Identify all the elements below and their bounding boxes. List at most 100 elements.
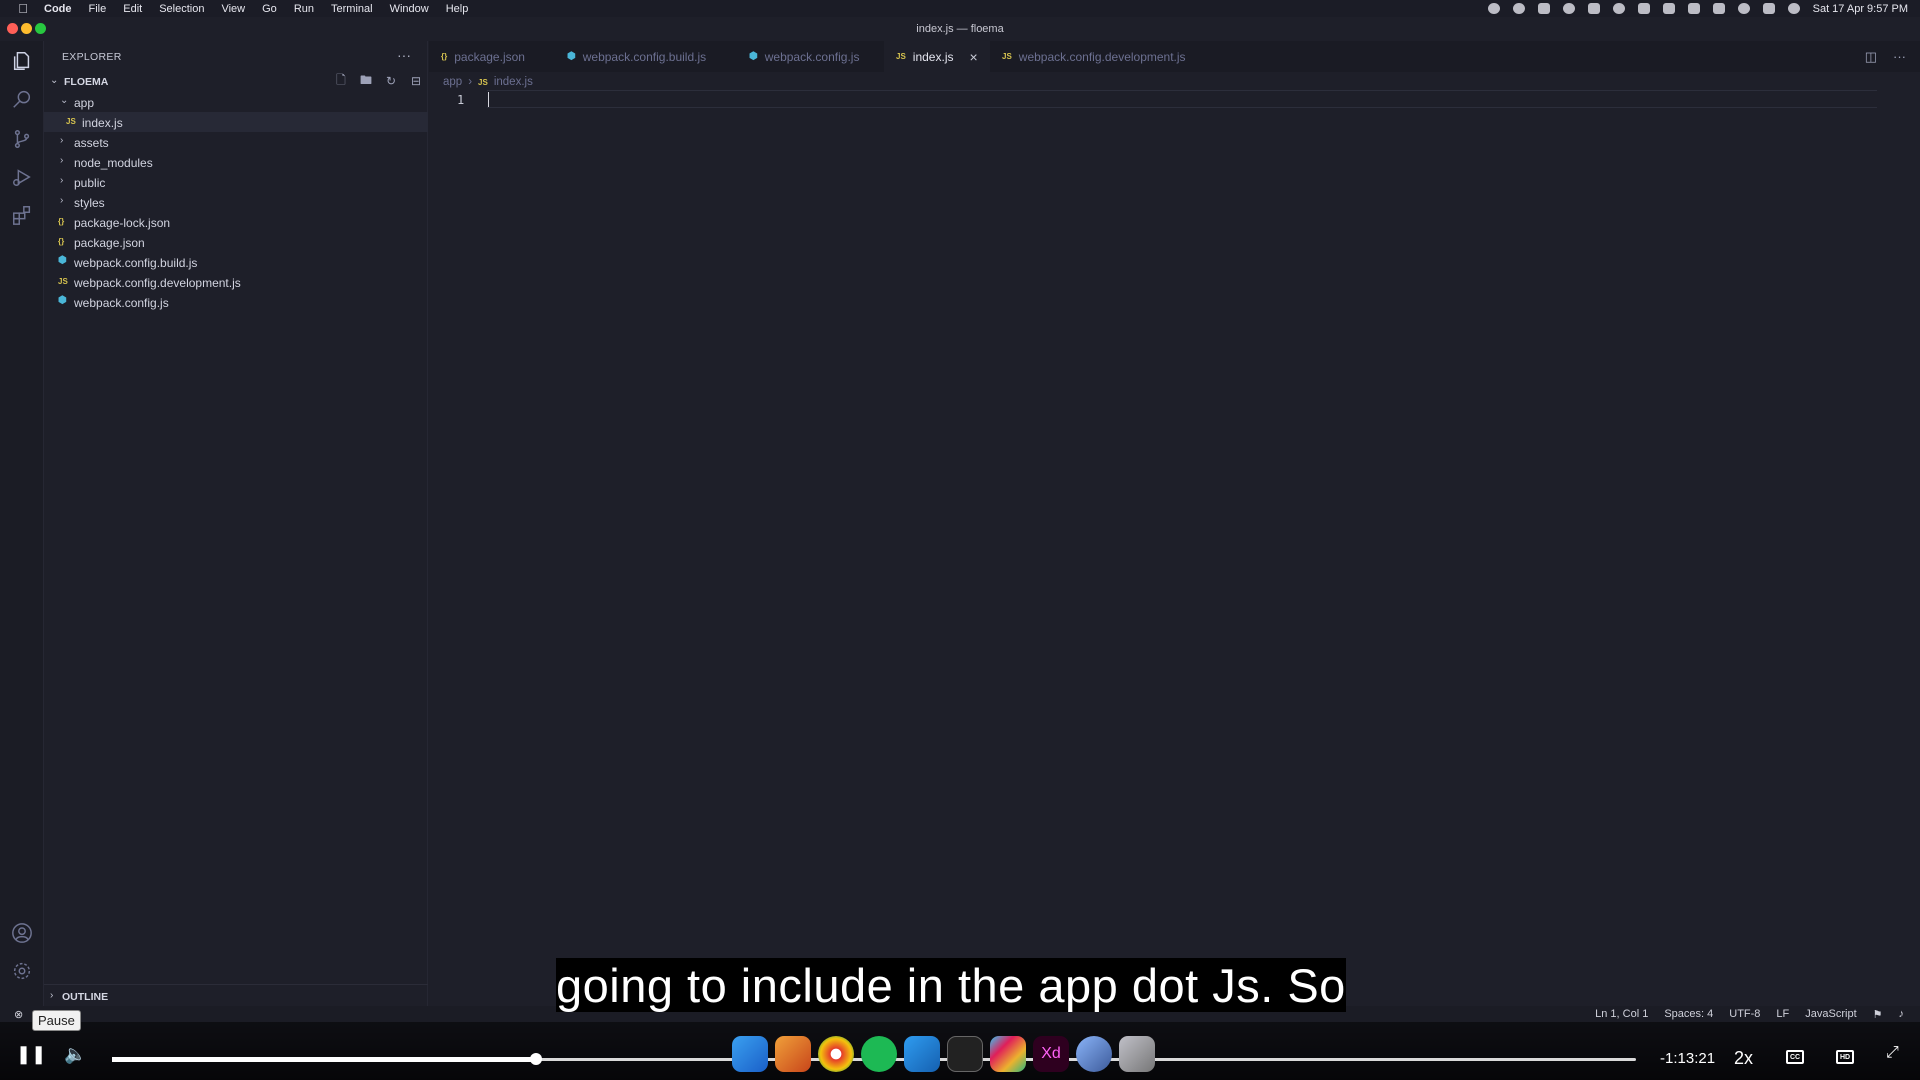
encoding[interactable]: UTF-8 [1729,1008,1760,1021]
menu-window[interactable]: Window [390,3,429,15]
outline-section[interactable]: › OUTLINE [44,984,428,1006]
wifi-icon[interactable] [1712,3,1725,14]
line-number: 1 [457,93,465,107]
launchpad-icon[interactable] [775,1036,811,1072]
problems-icon[interactable]: ⊗ [14,1008,23,1021]
extensions-icon[interactable] [10,203,34,227]
trash-icon[interactable] [1119,1036,1155,1072]
tree-file-index-js[interactable]: JS index.js [44,112,428,132]
tree-file-package-lock-json[interactable]: {} package-lock.json [44,212,428,232]
pinterest-icon[interactable] [1562,3,1575,14]
adobe-xd-icon[interactable]: Xd [1033,1036,1069,1072]
tab-webpack-config-js[interactable]: ⬢ webpack.config.js [733,41,884,72]
tab-package-json[interactable]: {} package.json [429,41,555,72]
source-control-icon[interactable] [10,127,34,151]
slack-icon[interactable] [990,1036,1026,1072]
chevron-down-icon: ⌄ [50,75,59,86]
tree-item-label: node_modules [74,156,153,170]
tree-file-package-json[interactable]: {} package.json [44,232,428,252]
control-center-icon[interactable] [1762,3,1775,14]
battery-indicator-icon[interactable] [1637,3,1650,14]
breadcrumb-folder[interactable]: app [443,76,462,88]
close-tab-icon[interactable]: × [969,49,977,65]
menu-run[interactable]: Run [294,3,314,15]
battery-icon[interactable] [1662,3,1675,14]
tree-file-webpack-config-js[interactable]: ⬢ webpack.config.js [44,292,428,312]
webpack-file-icon: ⬢ [567,51,576,62]
terminal-icon[interactable] [947,1036,983,1072]
playback-speed[interactable]: 2x [1734,1048,1753,1069]
accounts-icon[interactable] [10,921,34,945]
manage-gear-icon[interactable] [10,959,34,983]
exit-fullscreen-icon[interactable]: ⤢ [1886,1044,1899,1062]
menu-view[interactable]: View [221,3,245,15]
more-actions-icon[interactable]: ··· [1893,49,1906,65]
refresh-icon[interactable]: ↻ [383,73,399,89]
new-folder-icon[interactable]: 🖿 [358,73,374,89]
scrubber-handle[interactable] [529,1053,542,1065]
language-mode[interactable]: JavaScript [1805,1008,1856,1021]
spotlight-search-icon[interactable] [1737,3,1750,14]
tree-folder-node-modules[interactable]: › node_modules [44,152,428,172]
tree-file-webpack-config-development-js[interactable]: JS webpack.config.development.js [44,272,428,292]
record-icon[interactable] [1487,3,1500,14]
menu-selection[interactable]: Selection [159,3,204,15]
spotify-icon[interactable] [861,1036,897,1072]
menu-file[interactable]: File [89,3,107,15]
menubar-clock[interactable]: Sat 17 Apr 9:57 PM [1813,3,1908,15]
tree-folder-app[interactable]: ⌄ app [44,92,428,112]
code-editor[interactable]: 1 [429,90,1920,1008]
menu-edit[interactable]: Edit [123,3,142,15]
bluetooth-icon[interactable] [1687,3,1700,14]
menu-go[interactable]: Go [262,3,277,15]
workspace-root-folder[interactable]: ⌄ FLOEMA 🗋 🖿 ↻ ⊟ [44,71,428,91]
notifications-bell-icon[interactable]: ♪ [1899,1008,1905,1021]
hd-quality-icon[interactable]: HD [1836,1050,1854,1064]
apple-icon[interactable]:  [16,1,30,16]
timer-icon[interactable] [1612,3,1625,14]
menu-terminal[interactable]: Terminal [331,3,373,15]
chrome-icon[interactable] [818,1036,854,1072]
tree-item-label: app [74,96,95,110]
cloud-icon[interactable] [1537,3,1550,14]
tree-folder-public[interactable]: › public [44,172,428,192]
tab-label: webpack.config.js [764,49,860,64]
editor-tabs: {} package.json ⬢ webpack.config.build.j… [429,41,1920,72]
feedback-icon[interactable]: ⚑ [1873,1008,1883,1021]
webpack-file-icon: ⬢ [58,255,67,266]
breadcrumb: app › JS index.js [443,76,533,88]
tab-label: webpack.config.development.js [1018,49,1186,64]
end-of-line[interactable]: LF [1776,1008,1789,1021]
cloud-upload-icon[interactable] [1587,3,1600,14]
run-debug-icon[interactable] [10,165,34,189]
tab-webpack-config-development-js[interactable]: JS webpack.config.development.js [990,41,1190,72]
outline-label: OUTLINE [62,991,109,1003]
collapse-all-icon[interactable]: ⊟ [408,73,424,89]
explorer-icon[interactable] [10,49,34,73]
search-icon[interactable] [10,87,34,111]
tab-index-js[interactable]: JS index.js × [884,41,990,72]
cursor-position[interactable]: Ln 1, Col 1 [1595,1008,1648,1021]
more-actions-icon[interactable]: ··· [397,47,411,63]
menu-code[interactable]: Code [44,3,72,15]
menubar-status-area: Sat 17 Apr 9:57 PM [1487,0,1908,17]
creative-cloud-icon[interactable] [1512,3,1525,14]
chevron-right-icon: › [60,195,64,206]
siri-icon[interactable] [1787,3,1800,14]
menu-help[interactable]: Help [446,3,469,15]
volume-icon[interactable]: 🔈 [64,1044,86,1065]
webpack-file-icon: ⬢ [749,51,758,62]
finder-icon[interactable] [732,1036,768,1072]
captions-icon[interactable]: CC [1786,1050,1804,1064]
breadcrumb-file[interactable]: index.js [494,76,533,88]
new-file-icon[interactable]: 🗋 [333,73,349,89]
vscode-icon[interactable] [904,1036,940,1072]
tree-file-webpack-config-build-js[interactable]: ⬢ webpack.config.build.js [44,252,428,272]
indentation[interactable]: Spaces: 4 [1664,1008,1713,1021]
tree-folder-styles[interactable]: › styles [44,192,428,212]
split-editor-icon[interactable]: ◫ [1865,49,1877,65]
tree-folder-assets[interactable]: › assets [44,132,428,152]
pause-icon[interactable]: ❚❚ [16,1044,46,1065]
screen-recorder-icon[interactable] [1076,1036,1112,1072]
tab-webpack-config-build-js[interactable]: ⬢ webpack.config.build.js [555,41,733,72]
